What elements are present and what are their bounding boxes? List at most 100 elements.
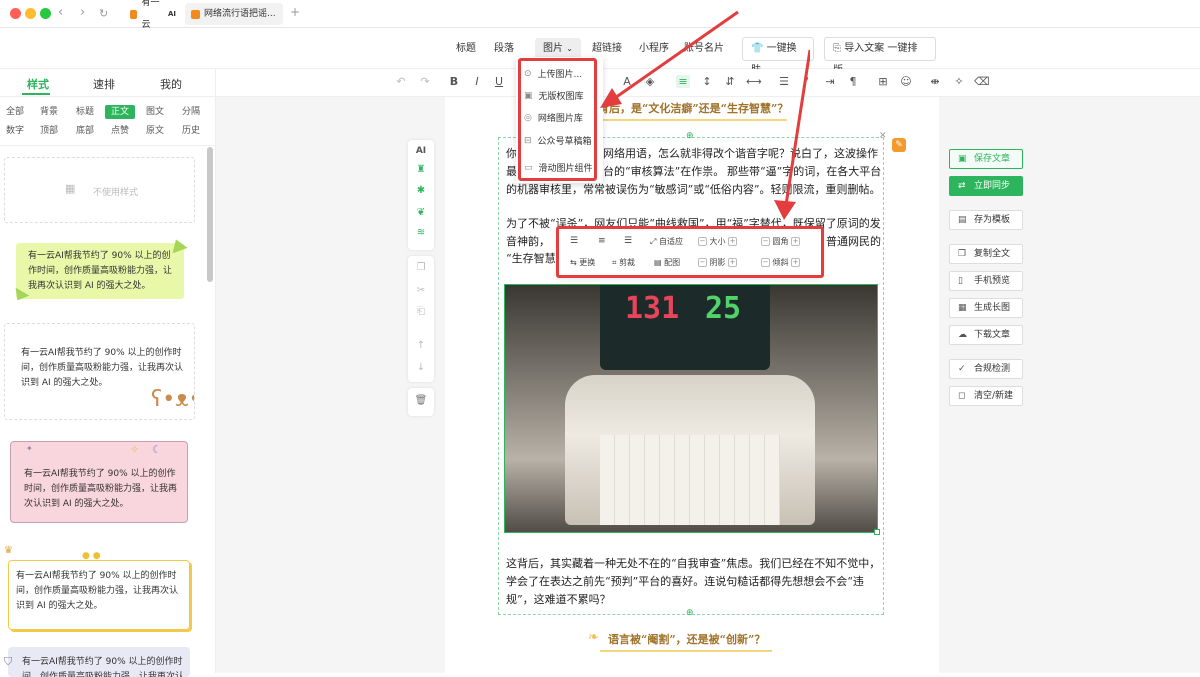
category-title[interactable]: 标题 [73, 105, 97, 119]
close-block-icon[interactable]: ✕ [879, 131, 887, 141]
eraser-icon[interactable]: ⌫ [974, 75, 990, 88]
style-card-green[interactable]: 有一云AI帮我节约了 90% 以上的创作时间，创作质量高吸粉能力强，让我再次认识… [4, 235, 195, 310]
shirt-tool-icon[interactable]: ♜ [414, 164, 428, 178]
new-doc-icon: ◻ [958, 391, 966, 401]
category-top[interactable]: 顶部 [37, 124, 61, 138]
paste-icon[interactable]: ⎗ [414, 306, 428, 320]
style-card-none[interactable]: ▦ 不使用样式 [4, 157, 195, 223]
heart-rate-reading: 131 [625, 291, 680, 326]
undo-icon[interactable]: ↶ [394, 75, 408, 88]
long-image-button[interactable]: ▦ 生成长图 [949, 298, 1023, 318]
move-down-icon[interactable]: ↓ [414, 362, 428, 376]
category-history[interactable]: 历史 [179, 124, 203, 138]
clear-new-button[interactable]: ◻ 清空/新建 [949, 386, 1023, 406]
no-style-label: 不使用样式 [93, 188, 139, 198]
paragraph-text: 规”，这难道不累吗？ [506, 593, 611, 606]
copy-icon[interactable]: ❐ [414, 262, 428, 276]
tab-styles[interactable]: 样式 [27, 76, 49, 92]
action-label: 生成长图 [974, 303, 1011, 313]
toolbar-title-button[interactable]: 标题 [448, 38, 484, 60]
arrow-to-toolbar [784, 49, 810, 206]
leaf-tool-icon[interactable]: ❦ [414, 207, 428, 221]
category-body[interactable]: 正文 [105, 105, 135, 119]
menu-highlight-box [518, 58, 597, 181]
move-up-icon[interactable]: ↑ [414, 340, 428, 354]
star-icon: ✧ [130, 443, 140, 456]
oxygen-reading: 25 [705, 291, 742, 326]
sync-icon: ⇄ [958, 181, 966, 191]
minimize-window-icon[interactable] [25, 8, 36, 19]
moon-icon: ☾ [152, 443, 162, 456]
save-template-button[interactable]: ▤ 存为模板 [949, 210, 1023, 230]
long-image-icon: ▦ [958, 303, 967, 313]
browser-tab[interactable]: 有一云 AI [124, 0, 182, 30]
arrow-head-icon [774, 200, 796, 220]
forward-icon[interactable]: › [80, 5, 85, 20]
divider-icon[interactable]: ⇼ [928, 75, 942, 88]
bold-icon[interactable]: B [447, 75, 461, 88]
category-all[interactable]: 全部 [3, 105, 27, 119]
wave-tool-icon[interactable]: ≋ [414, 227, 428, 241]
style-card-yellow[interactable]: ♛ ● ● 有一云AI帮我节约了 90% 以上的创作时间，创作质量高吸粉能力强，… [4, 545, 195, 635]
paragraph-text: 这背后，其实藏着一种无处不在的“自我审查”焦虑。我们已经在不知不觉中， [506, 557, 881, 570]
download-article-button[interactable]: ☁ 下载文章 [949, 325, 1023, 345]
scissors-icon[interactable]: ✂ [414, 285, 428, 299]
trash-icon[interactable]: 🗑 [414, 395, 428, 409]
style-card-pink[interactable]: ✦ ✧ ☾ 有一云AI帮我节约了 90% 以上的创作时间，创作质量高吸粉能力强，… [4, 439, 195, 525]
mobile-preview-button[interactable]: ▯ 手机预览 [949, 271, 1023, 291]
close-window-icon[interactable] [10, 8, 21, 19]
tab-mine[interactable]: 我的 [160, 76, 182, 92]
card-sample-text: 有一云AI帮我节约了 90% 以上的创作时间，创作质量高吸粉能力强，让我再次认识… [16, 571, 179, 611]
ginkgo-icon: ❧ [588, 630, 599, 645]
article-image[interactable]: 131 25 [504, 284, 878, 533]
action-label: 清空/新建 [974, 391, 1014, 401]
redo-icon[interactable]: ↷ [418, 75, 432, 88]
action-label: 立即同步 [974, 181, 1011, 191]
back-icon[interactable]: ‹ [58, 5, 63, 20]
site-favicon-icon [191, 9, 200, 19]
bear-icon: ʕ•ᴥ•ʔ [151, 387, 194, 412]
style-panel: 样式 速排 我的 全部 背景 标题 正文 图文 分隔 数字 顶部 底部 点赞 原… [0, 69, 216, 677]
browser-tab-active[interactable]: 网络流行语把谣... [185, 3, 283, 25]
shield-icon: ⛉ [4, 655, 13, 668]
table-icon[interactable]: ⊞ [876, 75, 890, 88]
arrow-to-menu [611, 10, 739, 102]
heading-underline [600, 650, 772, 652]
category-divider[interactable]: 分隔 [179, 105, 203, 119]
paragraph-text: 学会了在表达之前先“预判”平台的喜好。连说句糙话都得先想想会不会“违 [506, 575, 864, 588]
category-bottom[interactable]: 底部 [73, 124, 97, 138]
format-painter-icon[interactable]: ¶ [846, 75, 860, 88]
save-article-button[interactable]: ▣ 保存文章 [949, 149, 1023, 169]
category-original[interactable]: 原文 [143, 124, 167, 138]
tab-quick-layout[interactable]: 速排 [93, 76, 115, 92]
scrollbar-thumb[interactable] [207, 147, 213, 282]
emoji-icon[interactable]: ☺ [899, 75, 913, 88]
new-tab-button[interactable]: + [290, 5, 300, 19]
category-like[interactable]: 点赞 [108, 124, 132, 138]
cloud-download-icon: ☁ [958, 330, 967, 340]
copy-all-button[interactable]: ❐ 复制全文 [949, 244, 1023, 264]
resize-handle[interactable] [874, 529, 880, 535]
add-below-icon[interactable]: ⊕ [686, 608, 694, 618]
underline-icon[interactable]: U [492, 75, 506, 88]
reload-icon[interactable]: ↻ [99, 7, 108, 20]
action-label: 下载文章 [974, 330, 1011, 340]
category-number[interactable]: 数字 [3, 124, 27, 138]
indent-icon[interactable]: ⇥ [823, 75, 837, 88]
tab-label: 网络流行语把谣... [204, 9, 276, 19]
crown-icon: ♛ [4, 545, 13, 556]
chevron-down-icon: ⌄ [566, 44, 573, 53]
category-image-text[interactable]: 图文 [143, 105, 167, 119]
magic-wand-icon[interactable]: ✧ [952, 75, 966, 88]
maximize-window-icon[interactable] [40, 8, 51, 19]
ai-tool-icon[interactable]: AI [414, 146, 428, 160]
edit-badge-icon[interactable]: ✎ [892, 138, 906, 152]
italic-icon[interactable]: I [470, 75, 484, 88]
category-background[interactable]: 背景 [37, 105, 61, 119]
compliance-check-button[interactable]: ✓ 合规检测 [949, 359, 1023, 379]
sparkle-tool-icon[interactable]: ✱ [414, 185, 428, 199]
annotation-arrows [600, 10, 810, 220]
sync-now-button[interactable]: ⇄ 立即同步 [949, 176, 1023, 196]
import-article-button[interactable]: ⎘ 导入文案 一键排版 [824, 37, 936, 76]
style-card-bear[interactable]: 有一云AI帮我节约了 90% 以上的创作时间，创作质量高吸粉能力强，让我再次认识… [4, 323, 195, 420]
